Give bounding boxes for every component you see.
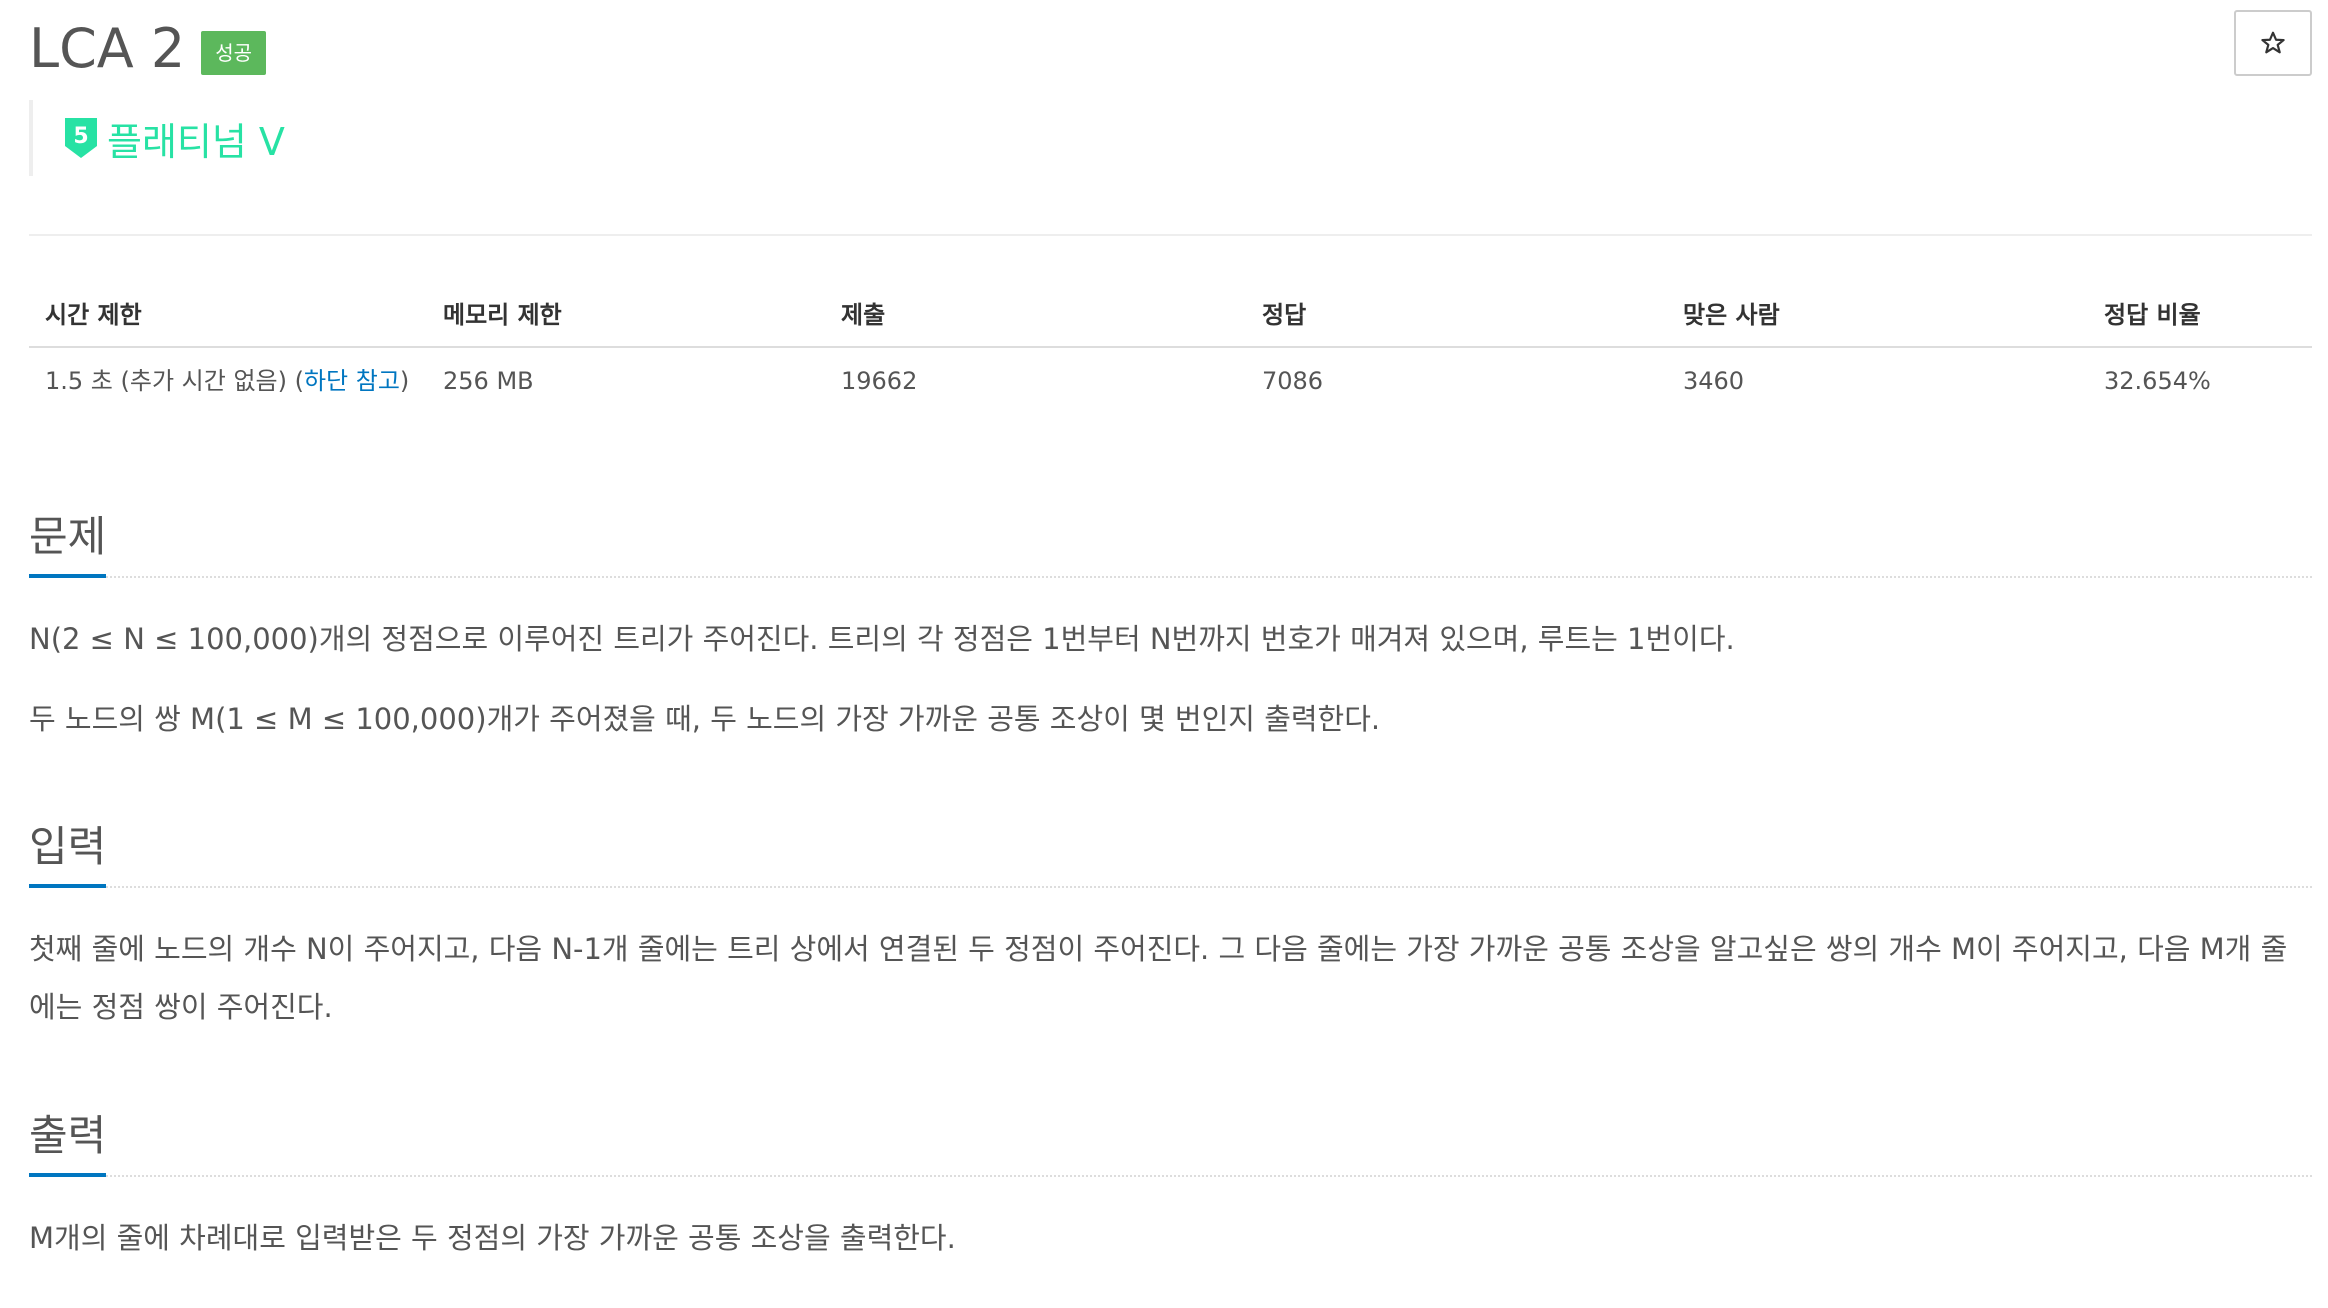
header-ratio: 정답 비율 [2088, 280, 2312, 348]
output-description: M개의 줄에 차례대로 입력받은 두 정점의 가장 가까운 공통 조상을 출력한… [29, 1177, 2312, 1267]
tier-level-text: 5 [73, 124, 88, 149]
tier-label: 플래티넘 V [107, 119, 285, 164]
title-row: LCA 2 성공 [29, 14, 267, 84]
time-limit-text: 1.5 초 (추가 시간 없음) ( [45, 367, 304, 395]
submissions-cell: 19662 [841, 367, 918, 395]
time-limit-suffix: ) [399, 367, 410, 395]
section-title-output: 출력 [29, 1111, 107, 1177]
time-limit-cell: 1.5 초 (추가 시간 없음) (하단 참고) [29, 347, 427, 415]
table-header-row: 시간 제한 메모리 제한 제출 정답 맞은 사람 정답 비율 [29, 280, 2312, 348]
header-memory-limit: 메모리 제한 [427, 280, 825, 348]
problem-paragraph: 두 노드의 쌍 M(1 ≤ M ≤ 100,000)개가 주어졌을 때, 두 노… [29, 702, 1381, 736]
problem-description-section: 문제 N(2 ≤ N ≤ 100,000)개의 정점으로 이루어진 트리가 주어… [29, 508, 2312, 748]
section-header: 출력 [29, 1107, 2312, 1177]
section-header: 문제 [29, 508, 2312, 578]
problem-paragraph: N(2 ≤ N ≤ 100,000)개의 정점으로 이루어진 트리가 주어진다.… [29, 622, 1735, 656]
accepted-cell: 7086 [1262, 367, 1324, 395]
header-solvers: 맞은 사람 [1667, 280, 2088, 348]
input-description: 첫째 줄에 노드의 개수 N이 주어지고, 다음 N-1개 줄에는 트리 상에서… [29, 888, 2312, 1036]
notes-link[interactable]: 하단 참고 [304, 367, 400, 395]
table-row: 1.5 초 (추가 시간 없음) (하단 참고) 256 MB 19662 70… [29, 347, 2312, 415]
favorite-star-button[interactable] [2234, 10, 2312, 76]
input-paragraph: 첫째 줄에 노드의 개수 N이 주어지고, 다음 N-1개 줄에는 트리 상에서… [29, 932, 2288, 1024]
section-header: 입력 [29, 818, 2312, 888]
header-accepted: 정답 [1246, 280, 1667, 348]
divider [29, 234, 2312, 236]
output-section: 출력 M개의 줄에 차례대로 입력받은 두 정점의 가장 가까운 공통 조상을 … [29, 1107, 2312, 1267]
section-title-problem: 문제 [29, 512, 107, 578]
section-title-input: 입력 [29, 822, 107, 888]
star-outline-icon [2261, 31, 2285, 54]
input-section: 입력 첫째 줄에 노드의 개수 N이 주어지고, 다음 N-1개 줄에는 트리 … [29, 818, 2312, 1036]
header-time-limit: 시간 제한 [29, 280, 427, 348]
problem-description-body: N(2 ≤ N ≤ 100,000)개의 정점으로 이루어진 트리가 주어진다.… [29, 578, 2312, 748]
problem-info-table: 시간 제한 메모리 제한 제출 정답 맞은 사람 정답 비율 1.5 초 (추가… [29, 280, 2312, 415]
memory-limit-cell: 256 MB [443, 367, 534, 395]
tier-block: 5 플래티넘 V [29, 100, 285, 176]
tier-badge-icon: 5 [65, 118, 97, 158]
status-badge: 성공 [201, 31, 267, 75]
page-title: LCA 2 [29, 17, 186, 80]
solvers-cell: 3460 [1683, 367, 1745, 395]
header-submissions: 제출 [825, 280, 1246, 348]
ratio-cell: 32.654% [2104, 367, 2211, 395]
output-paragraph: M개의 줄에 차례대로 입력받은 두 정점의 가장 가까운 공통 조상을 출력한… [29, 1221, 956, 1255]
